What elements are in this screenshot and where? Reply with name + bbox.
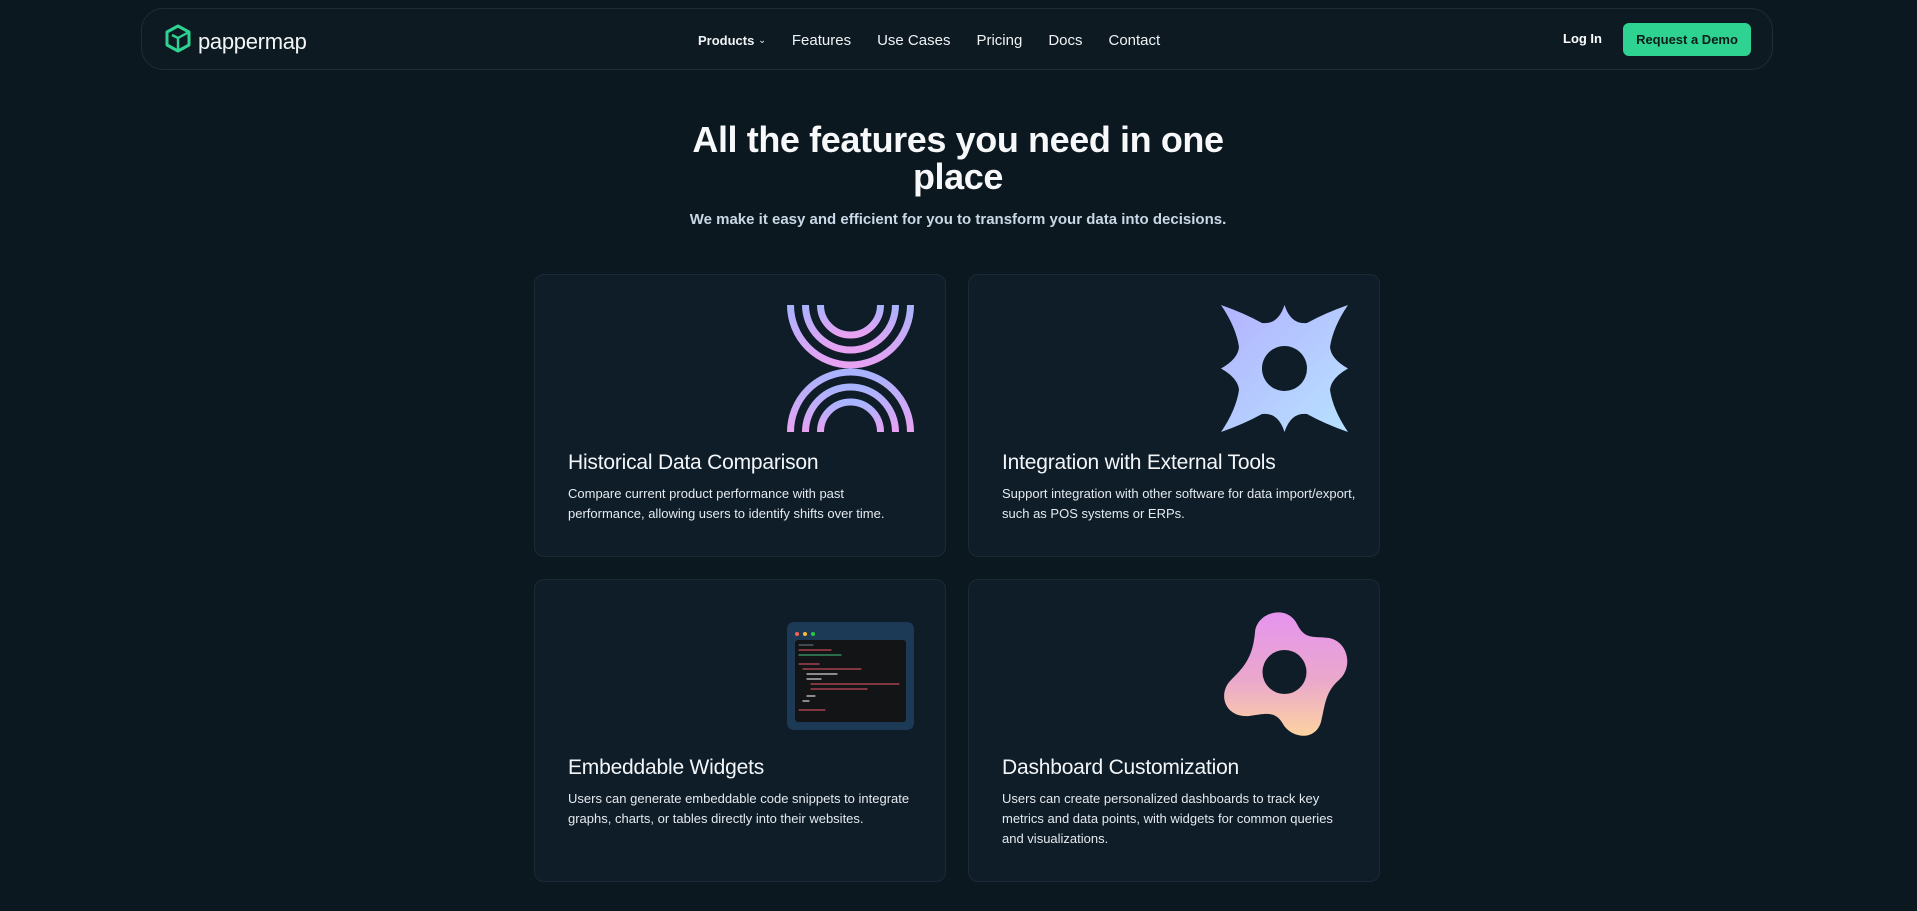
nav-pricing[interactable]: Pricing xyxy=(976,32,1022,49)
feature-title: Historical Data Comparison xyxy=(568,451,819,474)
chevron-down-icon: ⌄ xyxy=(758,34,766,45)
main-menu: Products ⌄ Features Use Cases Pricing Do… xyxy=(698,9,1186,71)
code-window-icon xyxy=(787,622,914,730)
code-snippet-preview xyxy=(795,640,906,722)
nav-docs[interactable]: Docs xyxy=(1048,32,1082,49)
page-title: All the features you need in one place xyxy=(692,119,1224,197)
feature-card-dashboard: Dashboard Customization Users can create… xyxy=(968,579,1380,882)
feature-title: Embeddable Widgets xyxy=(568,756,765,779)
feature-description: Compare current product performance with… xyxy=(568,486,885,521)
feature-description: Users can create personalized dashboards… xyxy=(1002,791,1333,846)
feature-title: Dashboard Customization xyxy=(1002,756,1240,779)
nav-use-cases[interactable]: Use Cases xyxy=(877,32,950,49)
star-burst-icon xyxy=(1221,305,1348,432)
top-navbar: pappermap Products ⌄ Features Use Cases … xyxy=(141,8,1773,70)
blob-icon xyxy=(1221,610,1348,737)
request-demo-button[interactable]: Request a Demo xyxy=(1623,23,1751,56)
window-dot-yellow xyxy=(803,632,807,636)
nav-products[interactable]: Products ⌄ xyxy=(698,33,766,48)
nav-contact[interactable]: Contact xyxy=(1109,32,1161,49)
arches-icon xyxy=(787,304,914,433)
nav-products-label: Products xyxy=(698,32,755,48)
nav-features[interactable]: Features xyxy=(792,32,851,49)
feature-title: Integration with External Tools xyxy=(1002,451,1276,474)
window-dot-red xyxy=(795,632,799,636)
brand-name: pappermap xyxy=(198,28,307,54)
login-link[interactable]: Log In xyxy=(1563,31,1602,46)
feature-card-widgets: Embeddable Widgets Users can generate em… xyxy=(534,579,946,882)
window-dot-green xyxy=(811,632,815,636)
cube-logo-icon xyxy=(164,24,192,59)
feature-card-integration: Integration with External Tools Support … xyxy=(968,274,1380,557)
feature-card-historical: Historical Data Comparison Compare curre… xyxy=(534,274,946,557)
brand-logo[interactable]: pappermap xyxy=(164,24,307,59)
page-subtitle: We make it easy and efficient for you to… xyxy=(689,211,1227,228)
feature-description: Users can generate embeddable code snipp… xyxy=(568,791,910,826)
feature-description: Support integration with other software … xyxy=(1002,486,1356,521)
